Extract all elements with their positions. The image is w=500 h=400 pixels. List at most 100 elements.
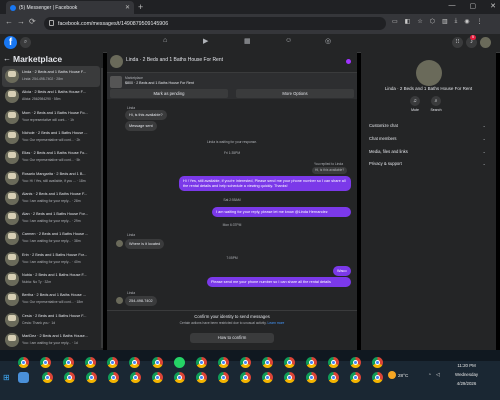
maximize-button[interactable]: ▢ xyxy=(470,2,477,10)
minimize-button[interactable]: — xyxy=(449,2,456,10)
message-incoming[interactable]: Message sent xyxy=(125,121,157,131)
conversation-item[interactable]: Mom · 2 Beds and 1 Baths House Fo... Your… xyxy=(2,107,100,128)
chrome-window-icon[interactable] xyxy=(40,357,51,368)
chrome-window-icon[interactable] xyxy=(152,372,163,383)
cast-icon[interactable]: ▭ xyxy=(392,18,398,25)
conversation-item[interactable]: Elias · 2 Beds and 1 Baths House Fo... Yo… xyxy=(2,147,100,168)
conversation-item[interactable]: Erin · 2 Beds and 1 Baths House For... Yo… xyxy=(2,249,100,270)
chrome-window-icon[interactable] xyxy=(240,357,251,368)
bookmark-star-icon[interactable]: ☆ xyxy=(417,18,422,25)
search-icon[interactable]: ⌕ xyxy=(431,96,441,106)
chrome-window-icon[interactable] xyxy=(240,372,251,383)
message-incoming[interactable]: Hi, is this available? xyxy=(125,110,167,120)
back-arrow-icon[interactable]: ← xyxy=(3,54,11,63)
gaming-icon[interactable]: ◎ xyxy=(325,37,331,45)
mute-bell-icon[interactable]: ♫ xyxy=(410,96,420,106)
chrome-window-icon[interactable] xyxy=(218,357,229,368)
conversation-item[interactable]: Linda · 2 Beds and 1 Baths House F... Lin… xyxy=(2,66,100,87)
home-icon[interactable]: ⌂ xyxy=(163,37,167,44)
message-incoming[interactable]: 254-498-7402 xyxy=(125,296,157,306)
facebook-logo[interactable]: f xyxy=(4,36,17,49)
chrome-window-icon[interactable] xyxy=(328,357,339,368)
menu-dots-icon[interactable]: ⋮ xyxy=(477,18,483,25)
chrome-window-icon[interactable] xyxy=(350,372,361,383)
chat-members-row[interactable]: Chat members ⌄ xyxy=(369,136,486,141)
list-scrollbar[interactable] xyxy=(101,68,103,348)
video-icon[interactable]: ▶ xyxy=(203,37,208,45)
clock[interactable]: 11:20 PM Wednesday 4/29/2026 xyxy=(455,361,478,388)
split-view-icon[interactable]: ▥ xyxy=(442,18,448,25)
chrome-window-icon[interactable] xyxy=(108,372,119,383)
chat-avatar[interactable] xyxy=(110,55,123,68)
conversation-item[interactable]: Nichole · 2 Beds and 1 Baths House ... Yo… xyxy=(2,127,100,148)
search-icon[interactable]: ⌕ xyxy=(20,37,31,48)
address-bar[interactable]: facebook.com/messages/t/1490879509145906 xyxy=(44,17,386,30)
chrome-window-icon[interactable] xyxy=(174,372,185,383)
chrome-window-icon[interactable] xyxy=(262,357,273,368)
chrome-window-icon[interactable] xyxy=(64,372,75,383)
translate-icon[interactable]: ◧ xyxy=(405,18,411,25)
menu-grid-icon[interactable]: ⁝⁝ xyxy=(452,37,463,48)
chat-title[interactable]: Linda · 2 Beds and 1 Baths House For Ren… xyxy=(126,57,223,63)
chrome-window-icon[interactable] xyxy=(262,372,273,383)
account-avatar[interactable] xyxy=(480,37,491,48)
conversation-item[interactable]: Alanis · 2 Beds and 1 Baths House F... Yo… xyxy=(2,188,100,209)
chrome-window-icon[interactable] xyxy=(306,357,317,368)
close-tab-icon[interactable]: ✕ xyxy=(125,4,130,11)
chrome-window-icon[interactable] xyxy=(18,357,29,368)
message-outgoing[interactable]: Hi ! Yes, still available, if you're int… xyxy=(179,176,351,191)
new-tab-button[interactable]: + xyxy=(138,2,143,12)
chrome-window-icon[interactable] xyxy=(218,372,229,383)
conversation-item[interactable]: Alicia · 2 Beds and 1 Baths House F... Al… xyxy=(2,86,100,107)
chrome-window-icon[interactable] xyxy=(130,372,141,383)
back-button[interactable]: ← xyxy=(5,17,13,26)
message-outgoing[interactable]: Waco xyxy=(333,266,351,276)
extensions-icon[interactable]: ⬡ xyxy=(430,18,435,25)
privacy-support-row[interactable]: Privacy & support ⌄ xyxy=(369,161,486,166)
wifi-icon[interactable]: ◔ xyxy=(428,372,431,378)
chat-info-icon[interactable] xyxy=(346,59,351,64)
chrome-window-icon[interactable] xyxy=(372,357,383,368)
media-files-links-row[interactable]: Media, files and links ⌄ xyxy=(369,149,486,154)
message-outgoing[interactable]: Please send me your phone number so I ca… xyxy=(207,277,351,287)
forward-button[interactable]: → xyxy=(17,17,25,26)
profile-icon[interactable]: ◉ xyxy=(464,18,469,25)
chrome-window-icon[interactable] xyxy=(63,357,74,368)
close-window-button[interactable]: ✕ xyxy=(490,2,496,10)
downloads-icon[interactable]: ⤓ xyxy=(455,18,458,25)
conversation-item[interactable]: Alan · 2 Beds and 1 Baths House For... Yo… xyxy=(2,208,100,229)
more-options-button[interactable]: More Options xyxy=(236,89,354,98)
marketplace-icon[interactable]: ▦ xyxy=(244,37,251,45)
conversation-item[interactable]: Nubia · 2 Beds and 1 Baths House F... Nub… xyxy=(2,269,100,290)
chrome-window-icon[interactable] xyxy=(86,372,97,383)
chrome-window-icon[interactable] xyxy=(129,357,140,368)
weather-temp[interactable]: 28°C xyxy=(398,373,408,378)
weather-sun-icon[interactable] xyxy=(388,371,396,379)
message-incoming[interactable]: Where is it located xyxy=(125,239,165,249)
start-button[interactable]: ⊞ xyxy=(3,373,10,382)
conversation-item[interactable]: Rosario Mangarita · 2 Beds and 1 B... You… xyxy=(2,168,100,189)
learn-more-link[interactable]: Learn more xyxy=(268,321,285,325)
quoted-message[interactable]: Hi, is this available? xyxy=(312,167,348,174)
listing-thumbnail[interactable] xyxy=(110,76,122,88)
conversation-item[interactable]: MariDez · 2 Beds and 1 Baths House... You… xyxy=(2,330,100,351)
how-to-confirm-button[interactable]: How to confirm xyxy=(190,333,274,343)
whatsapp-icon[interactable] xyxy=(174,357,185,368)
chrome-window-icon[interactable] xyxy=(328,372,339,383)
conversation-item[interactable]: Carmen · 2 Beds and 1 Baths House ... You… xyxy=(2,228,100,249)
chrome-window-icon[interactable] xyxy=(284,372,295,383)
chrome-window-icon[interactable] xyxy=(107,357,118,368)
conversation-item[interactable]: Bertha · 2 Beds and 1 Baths House ... You… xyxy=(2,289,100,310)
chrome-window-icon[interactable] xyxy=(196,357,207,368)
details-avatar[interactable] xyxy=(416,60,442,86)
reload-button[interactable]: ⟳ xyxy=(29,17,36,26)
sender-avatar[interactable] xyxy=(116,297,123,304)
chrome-window-icon[interactable] xyxy=(85,357,96,368)
groups-icon[interactable]: ☺ xyxy=(285,37,292,44)
chrome-window-icon[interactable] xyxy=(306,372,317,383)
chrome-window-icon[interactable] xyxy=(350,357,361,368)
taskview-icon[interactable] xyxy=(18,372,29,383)
message-outgoing[interactable]: I am waiting for your reply, please let … xyxy=(212,207,351,217)
chrome-window-icon[interactable] xyxy=(42,372,53,383)
chrome-window-icon[interactable] xyxy=(196,372,207,383)
